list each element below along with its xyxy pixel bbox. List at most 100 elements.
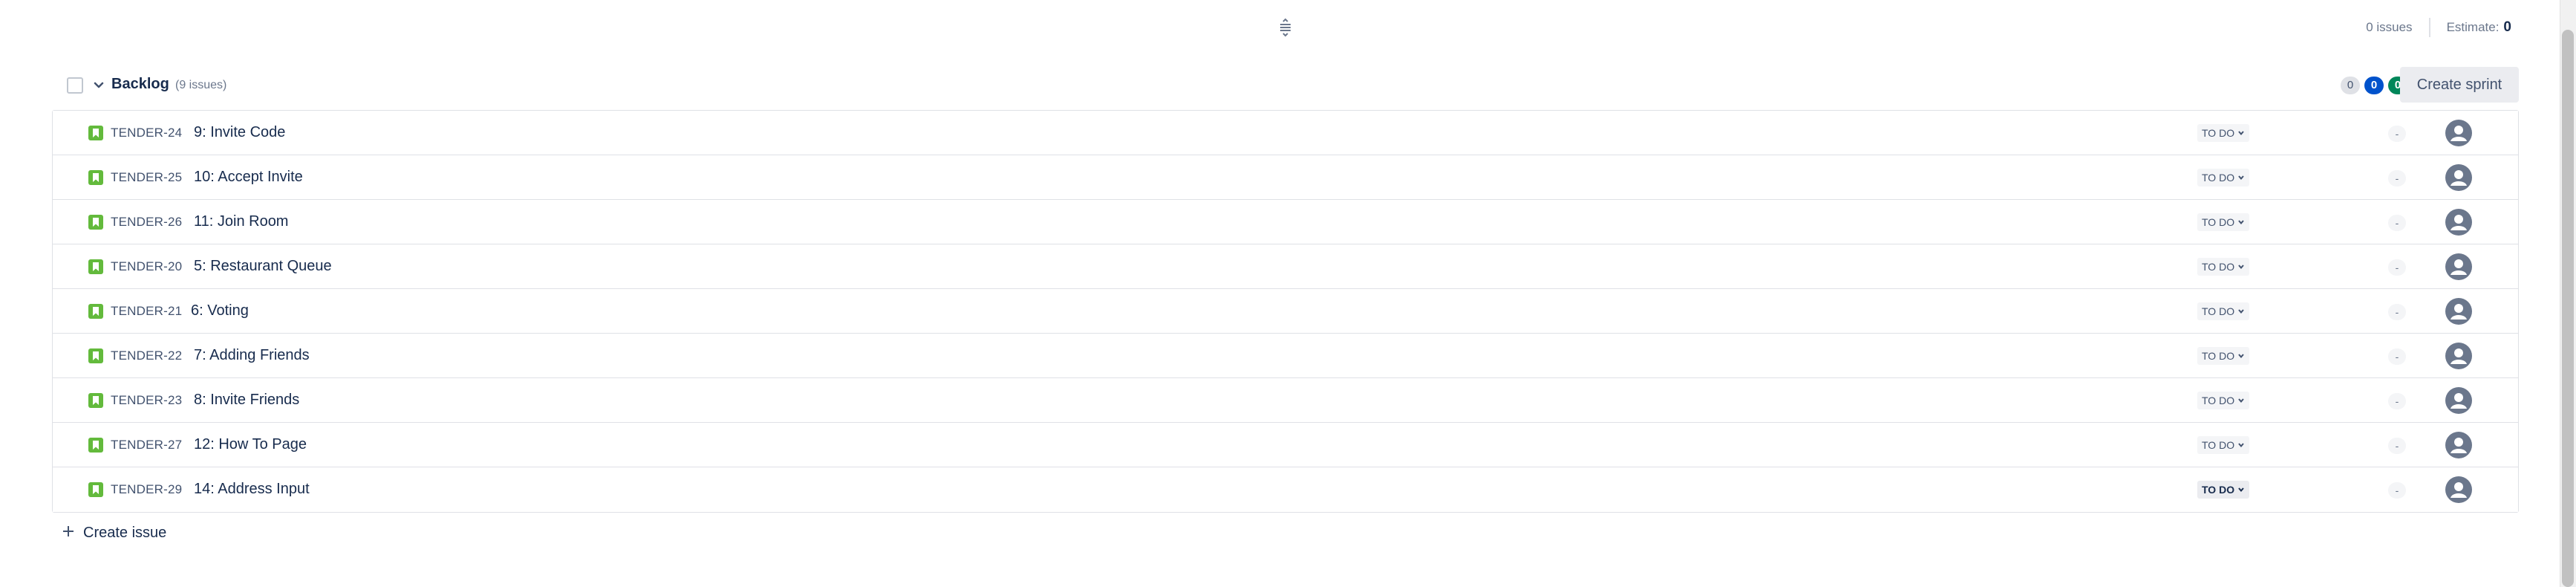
- issue-row[interactable]: TENDER-25 10: Accept Invite TO DO -: [53, 155, 2518, 200]
- issue-summary[interactable]: 8: Invite Friends: [194, 392, 299, 409]
- story-points-estimate[interactable]: -: [2388, 215, 2406, 231]
- avatar-icon[interactable]: [2445, 253, 2472, 280]
- issue-row[interactable]: TENDER-27 12: How To Page TO DO -: [53, 423, 2518, 467]
- story-icon: [88, 170, 103, 185]
- status-dropdown[interactable]: TO DO: [2197, 258, 2250, 276]
- backlog-header: Backlog (9 issues) 0 0 0 Create sprint: [52, 67, 2519, 104]
- issue-key[interactable]: TENDER-25: [111, 170, 182, 185]
- status-dropdown[interactable]: TO DO: [2197, 302, 2250, 320]
- sprint-footer-bar: 0 issues Estimate: 0: [0, 0, 2554, 56]
- create-issue-label: Create issue: [83, 525, 167, 541]
- story-icon: [88, 215, 103, 230]
- chevron-down-icon: [2238, 398, 2244, 403]
- status-label: TO DO: [2202, 305, 2235, 317]
- sprint-summary: 0 issues Estimate: 0: [2366, 16, 2511, 39]
- chevron-down-icon: [2238, 309, 2244, 314]
- issue-key[interactable]: TENDER-20: [111, 259, 182, 274]
- avatar-icon[interactable]: [2445, 387, 2472, 414]
- avatar-icon[interactable]: [2445, 343, 2472, 369]
- backlog-issue-list: TENDER-24 9: Invite Code TO DO - TENDER-…: [52, 110, 2519, 513]
- status-dropdown[interactable]: TO DO: [2197, 169, 2250, 187]
- issue-row[interactable]: TENDER-21 6: Voting TO DO -: [53, 289, 2518, 334]
- story-points-estimate[interactable]: -: [2388, 348, 2406, 365]
- story-icon: [88, 438, 103, 453]
- issue-key[interactable]: TENDER-23: [111, 393, 182, 408]
- issue-key[interactable]: TENDER-26: [111, 215, 182, 230]
- todo-count-badge: 0: [2341, 77, 2360, 94]
- story-icon: [88, 126, 103, 140]
- issue-summary[interactable]: 5: Restaurant Queue: [194, 258, 332, 275]
- status-label: TO DO: [2202, 127, 2235, 139]
- status-dropdown[interactable]: TO DO: [2197, 436, 2250, 454]
- chevron-down-icon: [2238, 131, 2244, 136]
- scrollbar-thumb[interactable]: [2562, 30, 2574, 587]
- issue-summary[interactable]: 7: Adding Friends: [194, 347, 310, 364]
- vertical-scrollbar[interactable]: [2560, 0, 2576, 587]
- plus-icon: [61, 524, 76, 542]
- status-dropdown[interactable]: TO DO: [2197, 213, 2250, 231]
- issue-key[interactable]: TENDER-29: [111, 482, 182, 497]
- status-dropdown[interactable]: TO DO: [2197, 392, 2250, 409]
- story-icon: [88, 259, 103, 274]
- issue-key[interactable]: TENDER-24: [111, 126, 182, 140]
- chevron-down-icon: [2238, 487, 2244, 493]
- avatar-icon[interactable]: [2445, 476, 2472, 503]
- issue-summary[interactable]: 11: Join Room: [194, 213, 288, 230]
- issue-row[interactable]: TENDER-23 8: Invite Friends TO DO -: [53, 378, 2518, 423]
- status-label: TO DO: [2202, 350, 2235, 362]
- chevron-down-icon: [2238, 220, 2244, 225]
- status-dropdown[interactable]: TO DO: [2197, 347, 2250, 365]
- avatar-icon[interactable]: [2445, 209, 2472, 236]
- issue-key[interactable]: TENDER-21: [111, 304, 182, 319]
- story-points-estimate[interactable]: -: [2388, 126, 2406, 142]
- backlog-page: 0 issues Estimate: 0 Backlog (9 issues) …: [0, 0, 2576, 587]
- issue-row[interactable]: TENDER-24 9: Invite Code TO DO -: [53, 111, 2518, 155]
- sprint-issue-count: 0 issues: [2366, 20, 2413, 34]
- avatar-icon[interactable]: [2445, 432, 2472, 458]
- status-label: TO DO: [2202, 395, 2235, 406]
- issue-key[interactable]: TENDER-22: [111, 348, 182, 363]
- status-label: TO DO: [2202, 216, 2235, 228]
- chevron-down-icon: [2238, 265, 2244, 270]
- divider: [2428, 18, 2430, 37]
- avatar-icon[interactable]: [2445, 164, 2472, 191]
- issue-summary[interactable]: 12: How To Page: [194, 436, 307, 453]
- estimate-value: 0: [2503, 19, 2511, 35]
- issue-row[interactable]: TENDER-26 11: Join Room TO DO -: [53, 200, 2518, 244]
- backlog-select-checkbox[interactable]: [67, 77, 83, 94]
- status-label: TO DO: [2202, 261, 2235, 273]
- create-issue-button[interactable]: Create issue: [61, 524, 166, 542]
- story-points-estimate[interactable]: -: [2388, 304, 2406, 320]
- story-icon: [88, 482, 103, 497]
- story-icon: [88, 393, 103, 408]
- avatar-icon[interactable]: [2445, 120, 2472, 146]
- issue-row[interactable]: TENDER-20 5: Restaurant Queue TO DO -: [53, 244, 2518, 289]
- issue-summary[interactable]: 14: Address Input: [194, 481, 310, 498]
- story-icon: [88, 348, 103, 363]
- story-points-estimate[interactable]: -: [2388, 393, 2406, 409]
- avatar-icon[interactable]: [2445, 298, 2472, 325]
- chevron-down-icon: [2238, 443, 2244, 448]
- estimate-label: Estimate:: [2446, 20, 2500, 34]
- story-points-estimate[interactable]: -: [2388, 482, 2406, 499]
- issue-summary[interactable]: 6: Voting: [191, 302, 249, 320]
- story-points-estimate[interactable]: -: [2388, 438, 2406, 454]
- chevron-down-icon[interactable]: [91, 77, 107, 94]
- status-dropdown[interactable]: TO DO: [2197, 124, 2250, 142]
- issue-summary[interactable]: 10: Accept Invite: [194, 169, 303, 186]
- drag-handle-icon[interactable]: [1275, 17, 1296, 38]
- chevron-down-icon: [2238, 354, 2244, 359]
- in-progress-count-badge: 0: [2364, 77, 2384, 94]
- status-dropdown[interactable]: TO DO: [2197, 481, 2250, 499]
- issue-row[interactable]: TENDER-22 7: Adding Friends TO DO -: [53, 334, 2518, 378]
- chevron-down-icon: [2238, 175, 2244, 181]
- story-points-estimate[interactable]: -: [2388, 259, 2406, 276]
- create-sprint-button[interactable]: Create sprint: [2400, 67, 2519, 103]
- issue-summary[interactable]: 9: Invite Code: [194, 124, 285, 141]
- story-points-estimate[interactable]: -: [2388, 170, 2406, 187]
- backlog-title[interactable]: Backlog: [111, 76, 169, 93]
- story-icon: [88, 304, 103, 319]
- issue-row[interactable]: TENDER-29 14: Address Input TO DO -: [53, 467, 2518, 512]
- issue-key[interactable]: TENDER-27: [111, 438, 182, 453]
- backlog-issue-count: (9 issues): [175, 79, 227, 91]
